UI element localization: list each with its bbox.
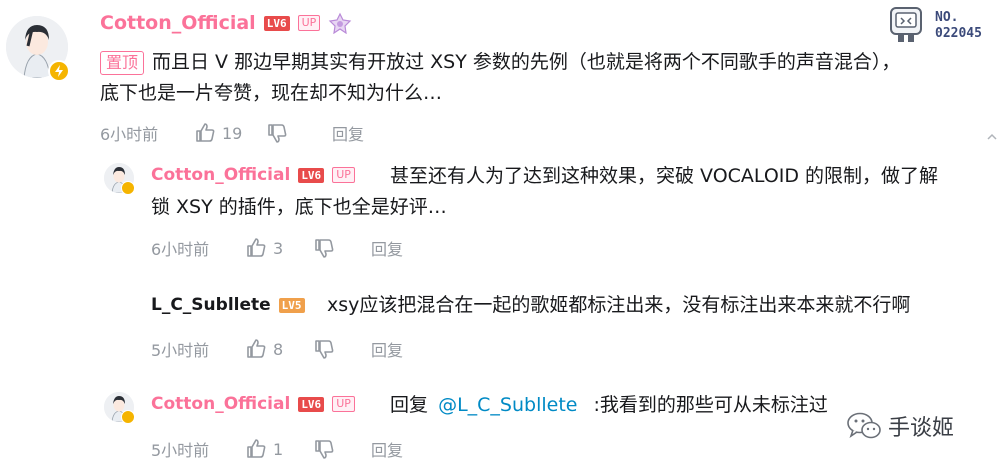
reply-text-line1: :我看到的那些可从未标注过: [593, 394, 828, 416]
thumbs-up-icon: [247, 238, 266, 257]
tv-mascot-icon: [890, 7, 922, 42]
wechat-icon: [847, 412, 881, 439]
reply-meta: 5小时前 1 回复: [151, 437, 403, 461]
reply-header: L_C_Subllete LV5: [151, 295, 305, 315]
dislike-button[interactable]: [313, 237, 371, 259]
reply-content: 甚至还有人为了达到这种效果，突破 VOCALOID 的限制，做了解 锁 XSY …: [151, 161, 1001, 223]
thumbs-up-icon: [247, 439, 266, 458]
reply-button[interactable]: 回复: [371, 437, 403, 461]
reply-username[interactable]: Cotton_Official: [151, 394, 290, 414]
reply-text-line1: 甚至还有人为了达到这种效果，突破 VOCALOID 的限制，做了解: [390, 165, 939, 187]
thumbs-down-icon: [315, 239, 334, 258]
reply-button[interactable]: 回复: [371, 337, 403, 361]
scroll-up-icon: [987, 133, 997, 140]
reply-button[interactable]: 回复: [332, 121, 364, 145]
fan-card-decoration: NO. 022045: [882, 4, 1006, 44]
thumbs-down-icon: [268, 124, 287, 143]
comment-content: 置顶 而且日 V 那边早期其实有开放过 XSY 参数的先例（也就是将两个不同歌手的…: [100, 47, 1000, 109]
thumbs-up-icon: [247, 339, 266, 358]
pinned-label: 置顶: [100, 51, 145, 75]
up-badge: UP: [297, 15, 321, 31]
watermark-text: 手谈姬: [888, 416, 955, 441]
dislike-button[interactable]: [266, 122, 332, 144]
like-count: 8: [273, 339, 284, 359]
reply-prefix: 回复: [390, 394, 429, 416]
dislike-button[interactable]: [313, 438, 371, 460]
reply-text-line1: xsy应该把混合在一起的歌姬都标注出来，没有标注出来本来就不行啊: [327, 294, 911, 316]
like-button[interactable]: 1: [245, 438, 313, 460]
medal-icon: [328, 12, 352, 34]
username[interactable]: Cotton_Official: [100, 12, 256, 34]
reply-button[interactable]: 回复: [371, 236, 403, 260]
up-badge: UP: [332, 396, 355, 412]
reply-text-line2: 锁 XSY 的插件，底下也全是好评…: [151, 196, 447, 218]
decoration-no-label: NO.: [935, 10, 959, 25]
like-button[interactable]: 19: [194, 122, 266, 144]
thumbs-down-icon: [315, 440, 334, 459]
level-badge: LV6: [263, 15, 290, 31]
reply-content: xsy应该把混合在一起的歌姬都标注出来，没有标注出来本来就不行啊: [327, 290, 910, 321]
level-badge: LV5: [278, 297, 305, 313]
comment-header: Cotton_Official LV6 UP: [100, 12, 352, 34]
comment-text-line1: 而且日 V 那边早期其实有开放过 XSY 参数的先例（也就是将两个不同歌手的声音…: [152, 51, 901, 73]
comment-meta: 6小时前 19 回复: [100, 121, 364, 145]
level-badge: LV6: [298, 396, 325, 412]
thumbs-down-icon: [315, 340, 334, 359]
reply-meta: 5小时前 8 回复: [151, 337, 403, 361]
timestamp: 6小时前: [100, 125, 159, 144]
like-count: 3: [273, 238, 284, 258]
reply-username[interactable]: L_C_Subllete: [151, 295, 271, 315]
reply-content: 回复 @L_C_Subllete :我看到的那些可从未标注过: [390, 390, 828, 421]
decoration-number: 022045: [935, 26, 982, 41]
reply-meta: 6小时前 3 回复: [151, 236, 403, 260]
like-button[interactable]: 8: [245, 338, 313, 360]
verified-badge-icon: [48, 60, 70, 82]
mention-link[interactable]: @L_C_Subllete: [438, 394, 577, 416]
timestamp: 6小时前: [151, 240, 210, 259]
like-count: 19: [222, 123, 243, 143]
watermark: 手谈姬: [846, 410, 954, 442]
like-count: 1: [273, 439, 284, 459]
comment-text-line2: 底下也是一片夸赞，现在却不知为什么…: [100, 82, 443, 104]
reply-header: Cotton_Official LV6 UP: [151, 394, 355, 414]
thumbs-up-icon: [196, 123, 215, 142]
verified-badge-icon: [121, 410, 135, 424]
like-button[interactable]: 3: [245, 237, 313, 259]
dislike-button[interactable]: [313, 338, 371, 360]
verified-badge-icon: [121, 181, 135, 195]
timestamp: 5小时前: [151, 341, 210, 360]
timestamp: 5小时前: [151, 441, 210, 460]
